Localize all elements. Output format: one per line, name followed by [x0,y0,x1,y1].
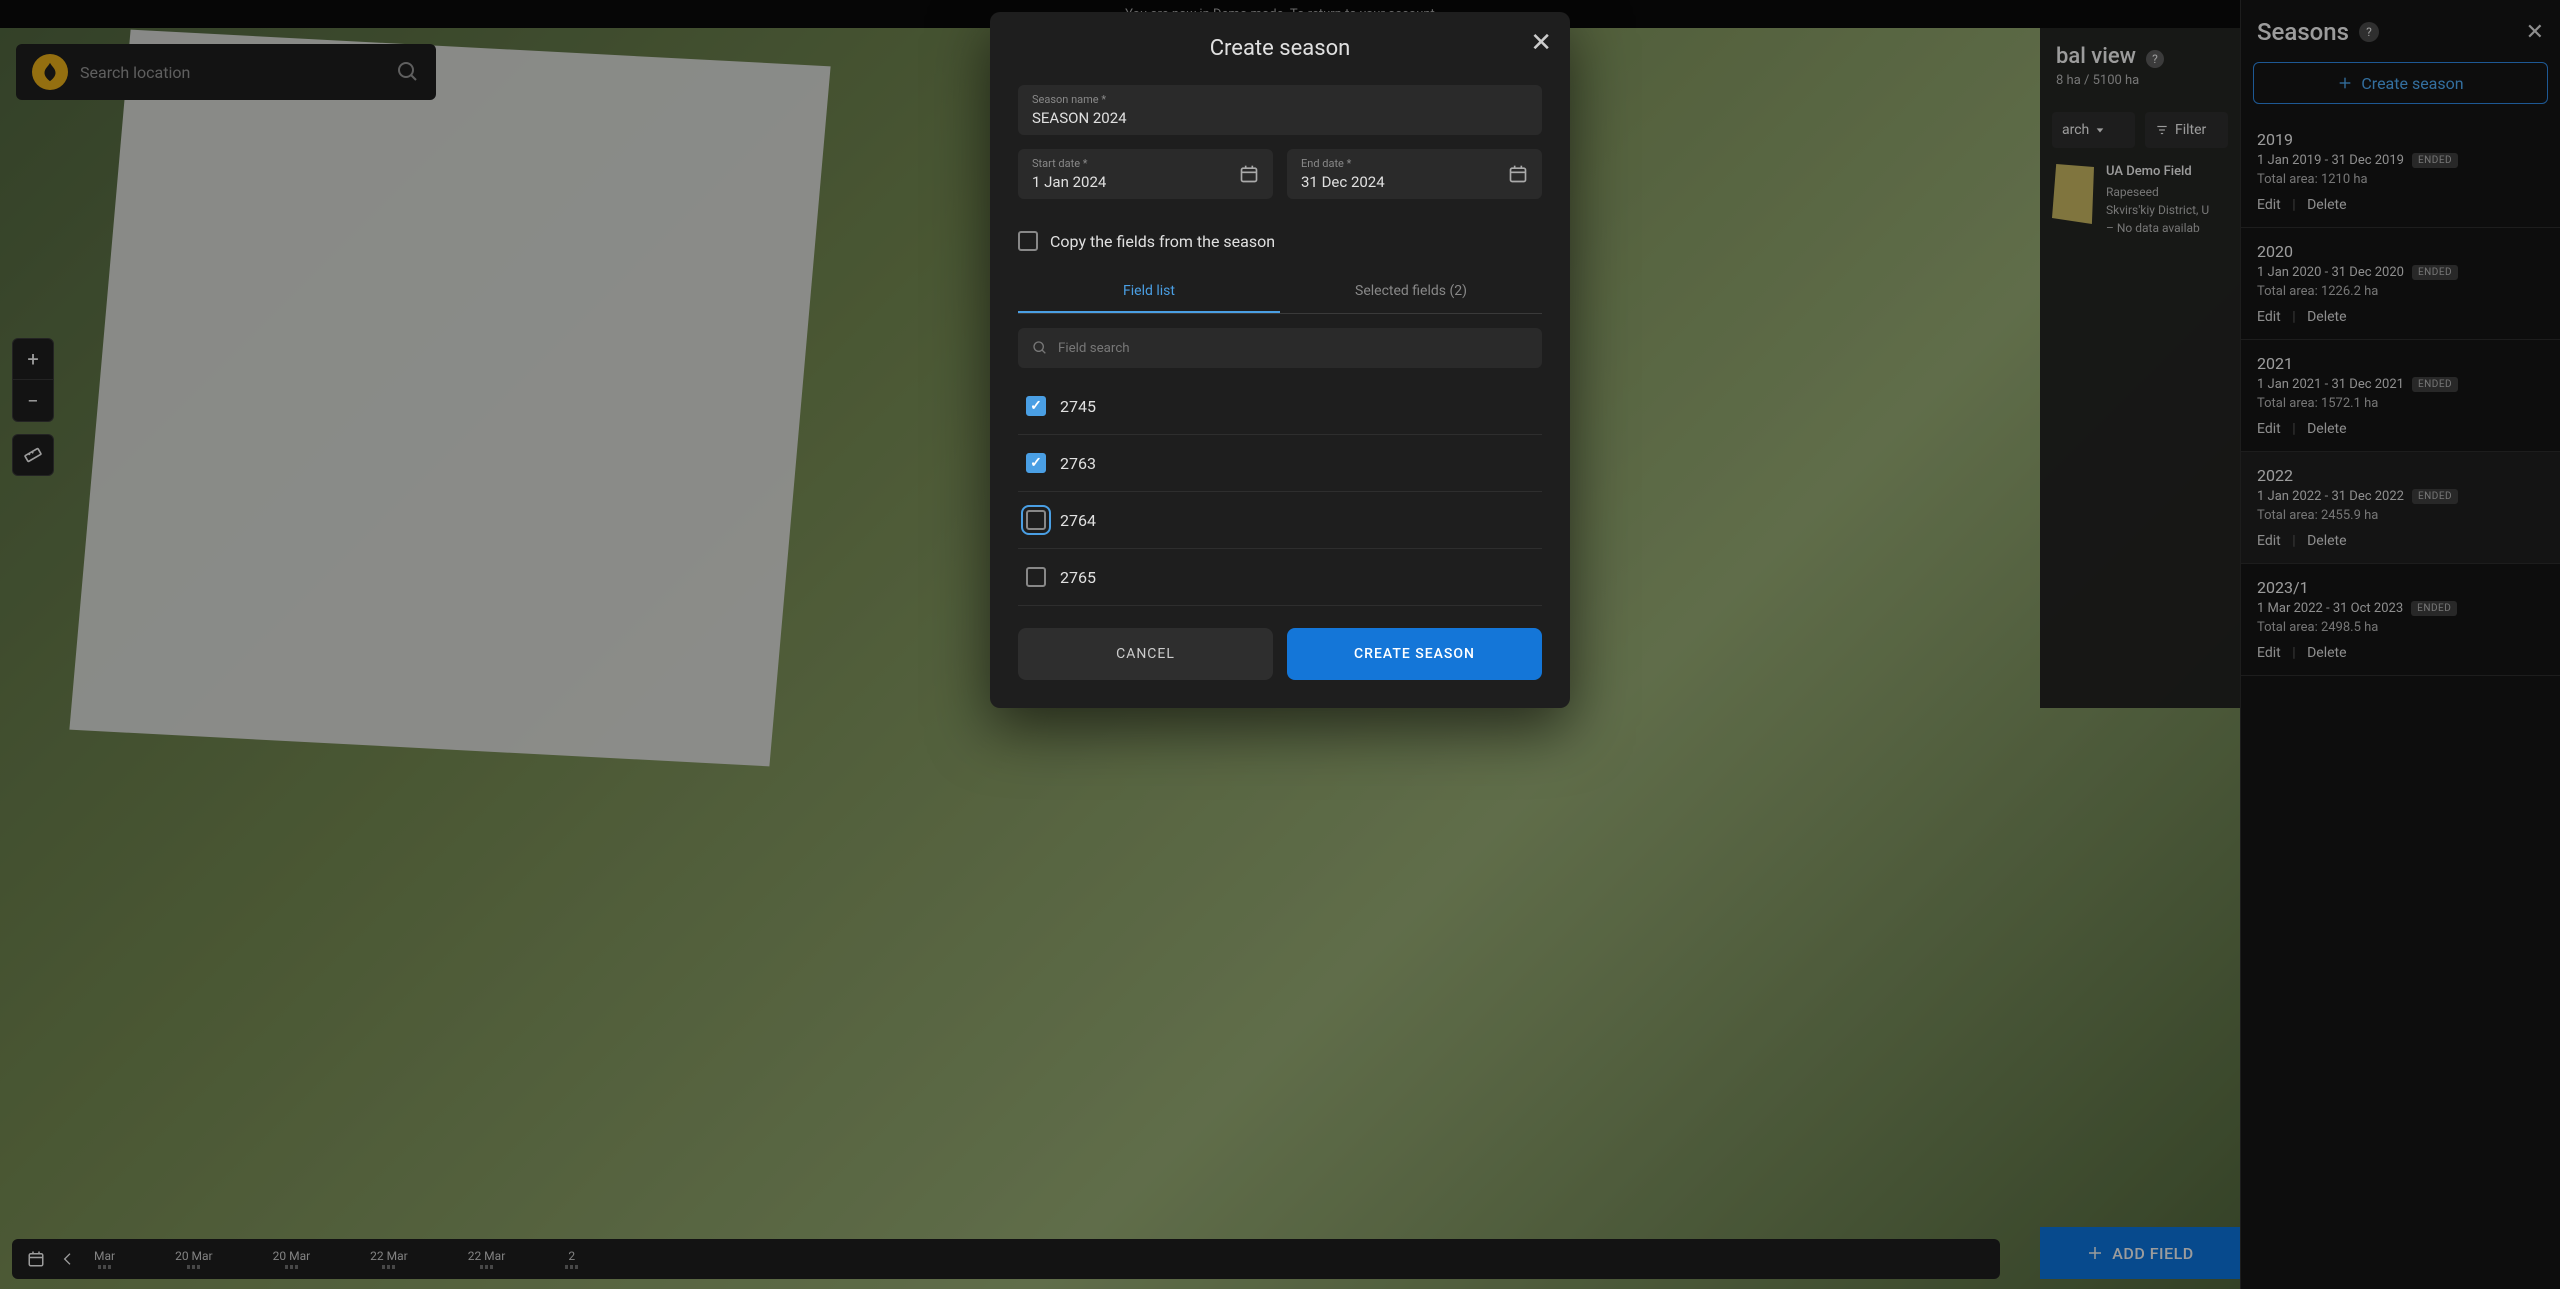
season-name-field[interactable]: Season name * [1018,85,1542,135]
copy-fields-checkbox[interactable] [1018,231,1038,251]
season-name-input[interactable] [1032,109,1528,127]
field-row[interactable]: 2764 [1018,492,1542,549]
field-search-input[interactable] [1058,341,1528,356]
create-season-submit-button[interactable]: Create season [1287,628,1542,680]
search-icon [1032,340,1048,356]
calendar-icon[interactable] [1239,164,1259,184]
field-checkbox[interactable] [1026,453,1046,473]
close-icon[interactable]: ✕ [1530,28,1552,58]
field-id: 2765 [1060,568,1096,587]
calendar-icon[interactable] [1508,164,1528,184]
field-id: 2763 [1060,454,1096,473]
create-season-modal: ✕ Create season Season name * Start date… [990,12,1570,708]
field-checkbox[interactable] [1026,567,1046,587]
modal-title: Create season [1018,36,1542,61]
field-id: 2764 [1060,511,1096,530]
start-date-field[interactable]: Start date * [1018,149,1273,199]
start-date-label: Start date * [1032,157,1239,170]
field-row[interactable]: 2763 [1018,435,1542,492]
end-date-label: End date * [1301,157,1508,170]
end-date-input[interactable] [1301,173,1508,191]
field-id: 2745 [1060,397,1096,416]
field-checkbox[interactable] [1026,396,1046,416]
copy-fields-label: Copy the fields from the season [1050,232,1275,251]
end-date-field[interactable]: End date * [1287,149,1542,199]
tab-field-list[interactable]: Field list [1018,271,1280,313]
field-row[interactable]: 2765 [1018,549,1542,606]
season-name-label: Season name * [1032,93,1528,106]
cancel-button[interactable]: Cancel [1018,628,1273,680]
start-date-input[interactable] [1032,173,1239,191]
field-checkbox[interactable] [1026,510,1046,530]
field-row[interactable]: 2745 [1018,378,1542,435]
field-search[interactable] [1018,328,1542,368]
tab-selected-fields[interactable]: Selected fields (2) [1280,271,1542,313]
